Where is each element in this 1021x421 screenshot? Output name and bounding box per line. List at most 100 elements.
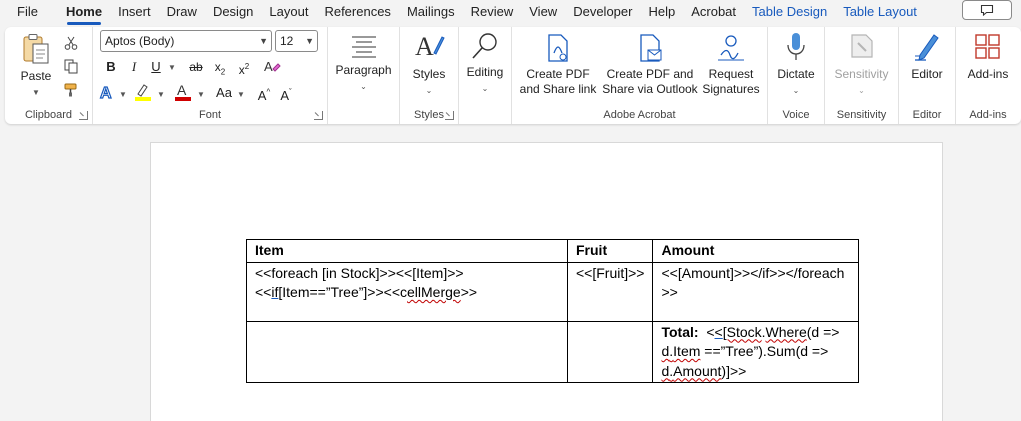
- copy-icon: [64, 59, 78, 74]
- tab-help[interactable]: Help: [640, 1, 683, 23]
- sensitivity-button[interactable]: Sensitivity ⌄: [825, 31, 898, 98]
- subscript-button[interactable]: x2: [209, 56, 231, 78]
- expr-f: ==”Tree”).Sum(d =>: [700, 343, 829, 359]
- text-effects-button[interactable]: A: [98, 83, 116, 106]
- comments-button[interactable]: [962, 0, 1012, 20]
- tab-table-design[interactable]: Table Design: [744, 1, 835, 23]
- create-pdf-line1: Create PDF: [526, 67, 590, 81]
- superscript-button[interactable]: x2: [233, 56, 255, 78]
- sensitivity-group-label: Sensitivity: [836, 109, 887, 121]
- paste-icon: [23, 34, 49, 64]
- dictate-label: Dictate: [777, 67, 815, 81]
- tab-developer[interactable]: Developer: [565, 1, 640, 23]
- highlighter-icon: [135, 84, 151, 101]
- header-fruit[interactable]: Fruit: [566, 239, 654, 263]
- font-family-select[interactable]: Aptos (Body) ▼: [100, 30, 272, 52]
- tab-layout[interactable]: Layout: [261, 1, 316, 23]
- paste-dropdown-icon[interactable]: ▼: [17, 85, 55, 100]
- strikethrough-button[interactable]: ab: [185, 56, 207, 78]
- shrink-font-icon: Aˇ: [280, 88, 292, 104]
- tab-references[interactable]: References: [316, 1, 398, 23]
- bold-icon: B: [106, 59, 116, 74]
- font-size-select[interactable]: 12 ▼: [275, 30, 318, 52]
- editor-button[interactable]: Editor: [899, 31, 955, 82]
- create-pdf-outlook-button[interactable]: Create PDF and Share via Outlook: [602, 33, 698, 97]
- subscript-icon: x2: [214, 60, 226, 77]
- addins-group: Add-ins Add-ins: [956, 27, 1020, 124]
- addins-grid-icon: [975, 34, 1000, 59]
- font-family-value: Aptos (Body): [105, 34, 175, 48]
- chevron-down-icon: ⌄: [858, 86, 865, 95]
- highlight-dropdown-icon[interactable]: ▼: [157, 90, 165, 99]
- clipboard-launcher-icon[interactable]: [79, 111, 88, 120]
- expr-where: Where: [765, 323, 807, 340]
- paste-button[interactable]: Paste ▼: [17, 33, 55, 100]
- request-signatures-button[interactable]: Request Signatures: [700, 33, 762, 97]
- italic-button[interactable]: I: [123, 56, 145, 78]
- chevron-down-icon: ▼: [305, 36, 314, 46]
- tab-review[interactable]: Review: [463, 1, 522, 23]
- strikethrough-icon: ab: [189, 60, 203, 74]
- paragraph-button[interactable]: Paragraph ⌄: [328, 33, 399, 94]
- change-case-button[interactable]: Aa: [211, 82, 237, 104]
- tab-home[interactable]: Home: [58, 1, 110, 25]
- font-launcher-icon[interactable]: [314, 111, 323, 120]
- item-text-merge: ellMerge: [407, 284, 461, 300]
- chevron-down-icon: ⌄: [481, 84, 489, 93]
- text-effects-dropdown-icon[interactable]: ▼: [119, 90, 127, 99]
- copy-button[interactable]: [63, 58, 79, 79]
- font-size-value: 12: [280, 34, 294, 48]
- paragraph-group[interactable]: Paragraph ⌄: [328, 27, 400, 124]
- editing-button[interactable]: Editing ⌄: [459, 31, 511, 96]
- underline-button[interactable]: U: [145, 56, 167, 78]
- grow-font-button[interactable]: A^: [253, 82, 275, 104]
- font-group-label: Font: [198, 109, 221, 121]
- outlook-line1: Create PDF and: [606, 67, 694, 81]
- create-pdf-share-link-button[interactable]: Create PDF and Share link: [516, 33, 600, 97]
- cut-button[interactable]: [63, 35, 79, 56]
- font-color-button[interactable]: A: [173, 82, 193, 107]
- shrink-font-button[interactable]: Aˇ: [275, 82, 297, 104]
- tab-mailings[interactable]: Mailings: [399, 1, 463, 23]
- cell-empty-1[interactable]: [246, 320, 568, 383]
- paste-label: Paste: [20, 69, 52, 83]
- cell-empty-2[interactable]: [566, 320, 654, 383]
- highlight-button[interactable]: [133, 82, 153, 107]
- template-table[interactable]: Item Fruit Amount <<foreach [in Stock]>>…: [246, 239, 860, 383]
- cell-amount-template[interactable]: <<[Amount]>></if>></foreach>>: [652, 261, 860, 322]
- styles-icon: A: [415, 32, 445, 61]
- tab-file[interactable]: File: [0, 1, 58, 23]
- item-text-c: >>: [460, 284, 478, 300]
- cell-fruit-template[interactable]: <<[Fruit]>>: [566, 261, 654, 322]
- chevron-down-icon: ⌄: [792, 86, 800, 95]
- font-color-dropdown-icon[interactable]: ▼: [197, 90, 205, 99]
- format-painter-button[interactable]: [63, 82, 79, 103]
- sensitivity-label: Sensitivity: [834, 67, 889, 81]
- tab-design[interactable]: Design: [205, 1, 261, 23]
- bold-button[interactable]: B: [100, 56, 122, 78]
- styles-launcher-icon[interactable]: [445, 111, 454, 120]
- addins-button[interactable]: Add-ins: [956, 31, 1020, 82]
- expr-item: Item: [673, 343, 701, 359]
- tab-table-layout[interactable]: Table Layout: [835, 1, 925, 23]
- cell-total-template[interactable]: Total: <<[Stock.Where(d => d.Item ==”Tre…: [652, 320, 860, 383]
- underline-dropdown-icon[interactable]: ▼: [168, 63, 176, 72]
- tab-acrobat[interactable]: Acrobat: [683, 1, 744, 23]
- tab-draw[interactable]: Draw: [159, 1, 205, 23]
- header-item[interactable]: Item: [246, 239, 568, 263]
- fruit-text: <<[Fruit]>>: [576, 264, 645, 281]
- chevron-down-icon: ⌄: [360, 82, 367, 91]
- clear-formatting-button[interactable]: A: [263, 58, 281, 81]
- styles-label: Styles: [412, 67, 446, 81]
- ribbon: Paste ▼ Clipboard Aptos (Body) ▼ 12 ▼ B I …: [5, 27, 1021, 124]
- document-page[interactable]: Item Fruit Amount <<foreach [in Stock]>>…: [150, 142, 943, 421]
- change-case-dropdown-icon[interactable]: ▼: [237, 90, 245, 99]
- dictate-button[interactable]: Dictate ⌄: [768, 31, 824, 98]
- header-amount[interactable]: Amount: [652, 239, 860, 263]
- expr-i: )]>>: [721, 362, 747, 379]
- cell-item-template[interactable]: <<foreach [in Stock]>><<[Item]>><<if[Ite…: [246, 261, 568, 322]
- styles-button[interactable]: A Styles ⌄: [400, 31, 458, 98]
- expr-stock: [Stock: [722, 323, 762, 340]
- tab-insert[interactable]: Insert: [110, 1, 159, 23]
- tab-view[interactable]: View: [521, 1, 565, 23]
